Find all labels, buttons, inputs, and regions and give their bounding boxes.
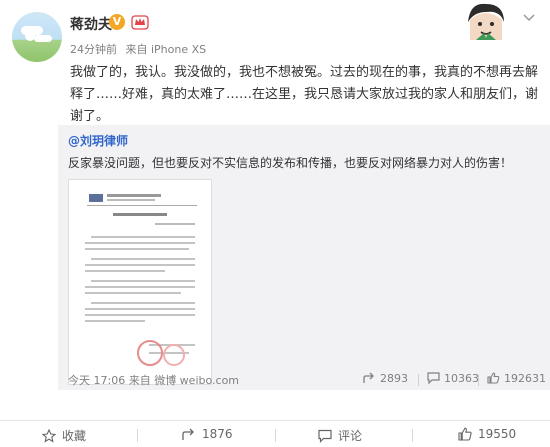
like-count: 19550	[478, 427, 517, 441]
action-bar: 收藏 1876 评论 19550	[0, 420, 550, 447]
post-meta: 24分钟前 来自 iPhone XS	[70, 41, 211, 57]
vip-badge-icon[interactable]: V	[109, 14, 125, 30]
repost-like-button[interactable]: 192631	[487, 372, 546, 385]
crown-icon[interactable]	[131, 13, 149, 31]
repost-text: 反家暴没问题，但也要反对不实信息的发布和传播，也要反对网络暴力对人的伤害！	[68, 156, 513, 170]
star-icon	[41, 428, 57, 443]
thumbs-up-icon	[487, 372, 500, 384]
forward-button[interactable]: 1876	[182, 427, 233, 441]
repost-time-source[interactable]: 今天 17:06 来自 微博 weibo.com	[68, 372, 239, 388]
forward-icon	[182, 428, 194, 440]
repost-forward-count: 2893	[380, 372, 408, 385]
author-name[interactable]: 蒋劲夫	[70, 14, 112, 34]
post-time[interactable]: 24分钟前	[70, 43, 117, 56]
favorite-label: 收藏	[62, 429, 87, 443]
avatar[interactable]	[12, 12, 62, 62]
forward-icon	[363, 372, 374, 383]
repost-comment-count: 10363	[444, 372, 479, 385]
post-source: 来自 iPhone XS	[125, 43, 207, 56]
repost-author[interactable]: @刘玥律师	[68, 132, 128, 149]
repost-footer: 今天 17:06 来自 微博 weibo.com 2893 10363 1926…	[68, 372, 546, 390]
comment-icon	[318, 429, 332, 443]
post-text: 我做了的，我认。我没做的，我也不想被冤。过去的现在的事，我真的不想再去解释了………	[70, 65, 539, 124]
forward-count: 1876	[202, 427, 233, 441]
repost-forward-button[interactable]: 2893	[363, 372, 408, 385]
document-image[interactable]	[68, 179, 212, 385]
favorite-button[interactable]: 收藏	[41, 427, 87, 444]
comment-button[interactable]: 评论	[318, 427, 362, 444]
repost-card: @刘玥律师 反家暴没问题，但也要反对不实信息的发布和传播，也要反对网络暴力对人的…	[58, 125, 550, 390]
cartoon-sticker-icon	[468, 3, 504, 40]
repost-comment-button[interactable]: 10363	[427, 372, 479, 385]
like-button[interactable]: 19550	[458, 427, 516, 441]
comment-label: 评论	[338, 429, 363, 443]
repost-like-count: 192631	[504, 372, 546, 385]
comment-icon	[427, 372, 440, 385]
weibo-post: 蒋劲夫 V 24分钟前 来自 iPhone XS 我做了的，我认。我没做的，我也…	[0, 0, 550, 447]
caret-down-icon[interactable]	[523, 14, 535, 22]
thumbs-up-icon	[458, 427, 472, 441]
